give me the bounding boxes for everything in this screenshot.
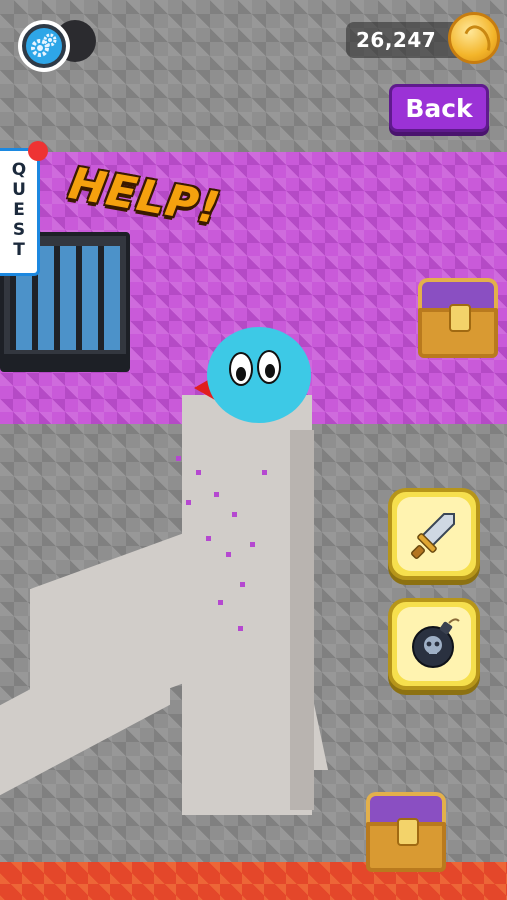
cage-base	[4, 354, 126, 368]
crystal-debris	[176, 456, 181, 461]
quest-label: QUEST	[11, 160, 27, 260]
game-scene: HELP!	[0, 0, 507, 900]
bomb-button-face	[397, 607, 471, 681]
coin-icon	[448, 12, 500, 64]
blob-right-pupil	[265, 364, 275, 378]
crystal-debris	[226, 552, 231, 557]
crystal-debris	[186, 500, 191, 505]
treasure-chest-icon[interactable]	[366, 792, 446, 872]
sword-button[interactable]	[388, 488, 480, 580]
chest-lock-icon	[397, 818, 419, 846]
notification-dot	[28, 141, 48, 161]
treasure-chest-icon[interactable]	[418, 278, 498, 358]
settings-button[interactable]	[18, 20, 70, 72]
blob-right-eye	[257, 350, 281, 384]
gear-icon	[26, 28, 62, 64]
crystal-debris	[238, 626, 243, 631]
crystal-debris	[240, 582, 245, 587]
back-button[interactable]: Back	[389, 84, 489, 132]
crystal-debris	[262, 470, 267, 475]
sword-icon	[411, 513, 455, 559]
crystal-debris	[214, 492, 219, 497]
sword-button-face	[397, 497, 471, 571]
bomb-button[interactable]	[388, 598, 480, 690]
chest-lock-icon	[449, 304, 471, 332]
crystal-debris	[196, 470, 201, 475]
tunnel-shadow	[290, 430, 314, 810]
blob-left-pupil	[236, 367, 246, 381]
crystal-debris	[232, 512, 237, 517]
crystal-debris	[206, 536, 211, 541]
skull-bomb-icon	[412, 618, 460, 668]
coin-count: 26,247	[356, 28, 437, 52]
crystal-debris	[218, 600, 223, 605]
blob-left-eye	[229, 352, 253, 386]
crystal-debris	[250, 542, 255, 547]
